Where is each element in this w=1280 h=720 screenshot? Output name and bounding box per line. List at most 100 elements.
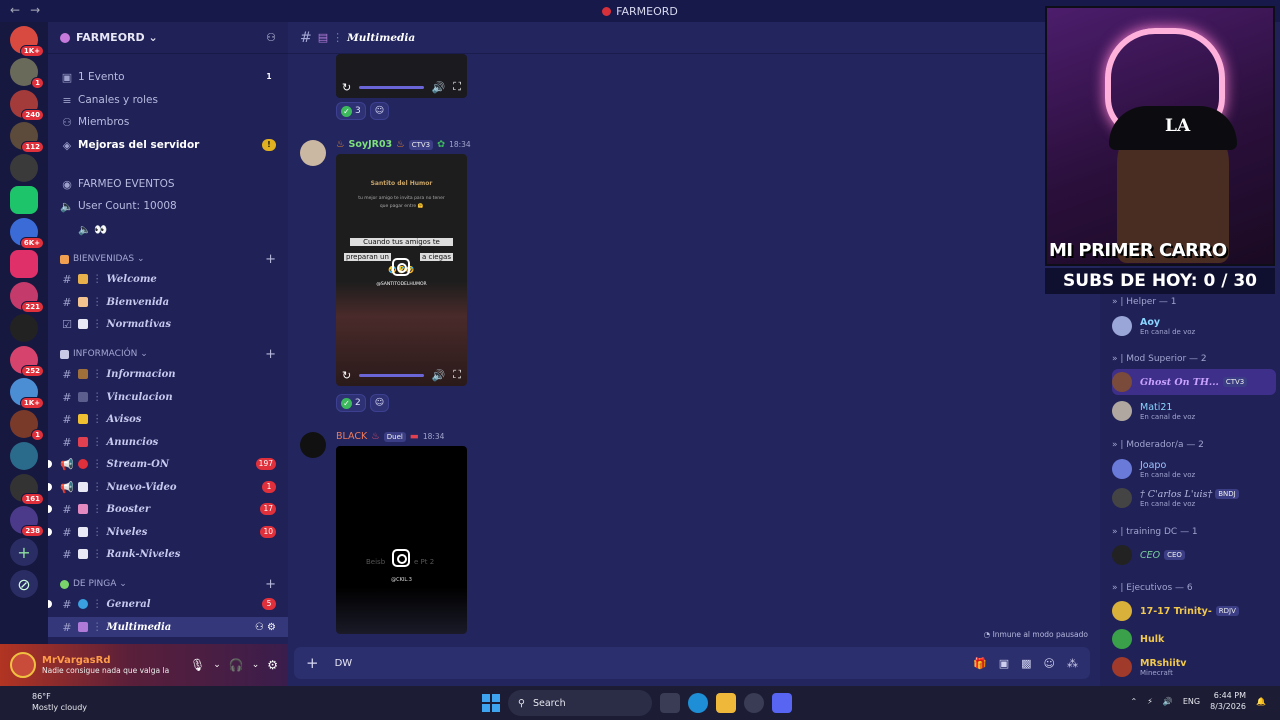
reaction-check[interactable]: ✓ 2: [336, 394, 366, 412]
volume-icon[interactable]: 🔊: [1163, 697, 1173, 706]
forward-arrow-icon[interactable]: →: [30, 3, 40, 17]
avatar[interactable]: [300, 140, 326, 166]
add-reaction-button[interactable]: ☺: [369, 102, 390, 120]
add-attachment-icon[interactable]: +: [306, 654, 319, 672]
member-item[interactable]: Aoy En canal de voz: [1112, 313, 1276, 339]
avatar[interactable]: [10, 652, 36, 678]
microphone-icon[interactable]: 🎙: [190, 658, 205, 672]
member-item[interactable]: Ghost On TH... CTV3: [1112, 369, 1276, 395]
fullscreen-icon[interactable]: ⛶: [453, 368, 461, 382]
channel-normativas[interactable]: ☑ ⋮ Normativas: [48, 314, 288, 334]
channel-booster[interactable]: # ⋮ Booster 17: [48, 499, 288, 519]
channel-rank-niveles[interactable]: # ⋮ Rank-Niveles: [48, 544, 288, 564]
server-icon[interactable]: 1K+: [10, 378, 44, 409]
clock[interactable]: 6:44 PM 8/3/2026: [1210, 690, 1246, 712]
reaction-check[interactable]: ✓ 3: [336, 102, 366, 120]
discover-icon[interactable]: ⊘: [10, 570, 38, 598]
server-icon[interactable]: [10, 442, 38, 470]
channel-niveles[interactable]: # ⋮ Niveles 10: [48, 522, 288, 542]
member-item[interactable]: 17-17 Trinity- RDJV: [1112, 598, 1276, 624]
member-item[interactable]: CEO CEO: [1112, 542, 1276, 568]
back-arrow-icon[interactable]: ←: [10, 3, 20, 17]
add-reaction-button[interactable]: ☺: [369, 394, 390, 412]
gif-icon[interactable]: ▣: [999, 657, 1009, 670]
member-item[interactable]: Hulk: [1112, 626, 1276, 652]
app-icon[interactable]: [744, 693, 764, 713]
notification-bell-icon[interactable]: 🔔: [1256, 697, 1266, 706]
server-icon[interactable]: 238: [10, 506, 44, 537]
channel-multimedia[interactable]: # ⋮ Multimedia ⚇ ⚙: [48, 617, 288, 637]
server-icon[interactable]: [10, 154, 38, 182]
edge-icon[interactable]: [688, 693, 708, 713]
server-icon[interactable]: [10, 250, 38, 278]
voice-channel-eyes[interactable]: 🔈 👀: [48, 219, 288, 239]
channel-general[interactable]: # ⋮ General 5: [48, 594, 288, 614]
avatar[interactable]: [300, 432, 326, 458]
chevron-down-icon[interactable]: ⌄: [213, 660, 221, 670]
server-icon[interactable]: 252: [10, 346, 44, 377]
task-view-icon[interactable]: [660, 693, 680, 713]
chevron-down-icon[interactable]: ⌄: [252, 660, 260, 670]
channel-settings-icon[interactable]: ⚇ ⚙: [255, 622, 276, 633]
member-item[interactable]: Joapo En canal de voz: [1112, 456, 1276, 482]
sidebar-item-server-boost[interactable]: ◈ Mejoras del servidor!: [48, 135, 288, 155]
channel-vinculacion[interactable]: # ⋮ Vinculacion: [48, 387, 288, 407]
seek-bar[interactable]: [359, 373, 424, 377]
network-icon[interactable]: ⚡: [1147, 697, 1153, 706]
channel-bienvenida[interactable]: # ⋮ Bienvenida: [48, 292, 288, 312]
add-server-icon[interactable]: +: [10, 538, 38, 566]
weather-widget[interactable]: 86°F Mostly cloudy: [32, 691, 87, 713]
channel-avisos[interactable]: # ⋮ Avisos: [48, 409, 288, 429]
voice-channel-user-count[interactable]: 🔈 User Count: 10008: [48, 196, 288, 216]
server-icon[interactable]: 1: [10, 410, 44, 441]
message-author[interactable]: BLACK: [336, 431, 367, 442]
server-icon[interactable]: 221: [10, 282, 44, 313]
discord-icon[interactable]: [772, 693, 792, 713]
channel-welcome[interactable]: # ⋮ Welcome: [48, 269, 288, 289]
fullscreen-icon[interactable]: ⛶: [453, 80, 461, 94]
server-header[interactable]: FARMEORD ⌄ ⚇: [48, 22, 288, 54]
settings-gear-icon[interactable]: ⚙: [267, 658, 278, 672]
sidebar-item-members[interactable]: ⚇ Miembros: [48, 112, 288, 132]
windows-start-icon[interactable]: [482, 694, 500, 712]
emoji-icon[interactable]: ☺: [1044, 657, 1055, 670]
server-icon[interactable]: 240: [10, 90, 44, 121]
taskbar-search[interactable]: ⚲ Search: [508, 690, 652, 716]
server-icon[interactable]: 161: [10, 474, 44, 505]
language-indicator[interactable]: ENG: [1183, 697, 1200, 706]
channel-anuncios[interactable]: # ⋮ Anuncios: [48, 432, 288, 452]
channel-nuevo-video[interactable]: 📢 ⋮ Nuevo-Video 1: [48, 477, 288, 497]
message-author[interactable]: SoyJR03: [349, 139, 393, 150]
seek-bar[interactable]: [359, 85, 424, 89]
server-icon[interactable]: 1K+: [10, 26, 44, 57]
server-icon[interactable]: [10, 314, 38, 342]
volume-icon[interactable]: 🔊: [432, 81, 446, 94]
replay-icon[interactable]: ↻: [342, 81, 351, 94]
category-de-pinga[interactable]: DE PINGA ⌄ +: [48, 575, 288, 593]
voice-channel-events[interactable]: ◉ FARMEO EVENTOS: [48, 174, 288, 194]
invite-people-icon[interactable]: ⚇: [266, 31, 276, 44]
apps-icon[interactable]: ⁂: [1067, 657, 1078, 670]
file-explorer-icon[interactable]: [716, 693, 736, 713]
server-icon[interactable]: 112: [10, 122, 44, 153]
gift-icon[interactable]: 🎁: [973, 657, 987, 670]
sidebar-item-channels-roles[interactable]: ≡ Canales y roles: [48, 90, 288, 110]
category-bienvenidas[interactable]: BIENVENIDAS ⌄ +: [48, 250, 288, 268]
channel-stream-on[interactable]: 📢 ⋮ Stream-ON 197: [48, 454, 288, 474]
headphones-icon[interactable]: 🎧: [229, 658, 244, 672]
video-embed[interactable]: Beisb e Pt 2 @CKIL.3: [336, 446, 467, 634]
message-composer[interactable]: + DW 🎁 ▣ ▩ ☺ ⁂: [294, 647, 1090, 679]
video-embed[interactable]: ↻ 🔊 ⛶: [336, 54, 467, 98]
channel-informacion[interactable]: # ⋮ Informacion: [48, 364, 288, 384]
video-embed[interactable]: Santito del Humor tu mejor amigo te invi…: [336, 154, 467, 386]
sticker-icon[interactable]: ▩: [1021, 657, 1031, 670]
add-channel-icon[interactable]: +: [265, 252, 276, 267]
add-channel-icon[interactable]: +: [265, 347, 276, 362]
member-item[interactable]: Mati21 En canal de voz: [1112, 398, 1276, 424]
server-icon[interactable]: [10, 186, 38, 214]
server-icon[interactable]: 1: [10, 58, 44, 89]
message-input[interactable]: DW: [335, 658, 353, 669]
member-item[interactable]: † C'arlos L'uis† BNDJ En canal de voz: [1112, 485, 1276, 511]
add-channel-icon[interactable]: +: [265, 577, 276, 592]
member-item[interactable]: MRshiitv Minecraft: [1112, 654, 1276, 680]
